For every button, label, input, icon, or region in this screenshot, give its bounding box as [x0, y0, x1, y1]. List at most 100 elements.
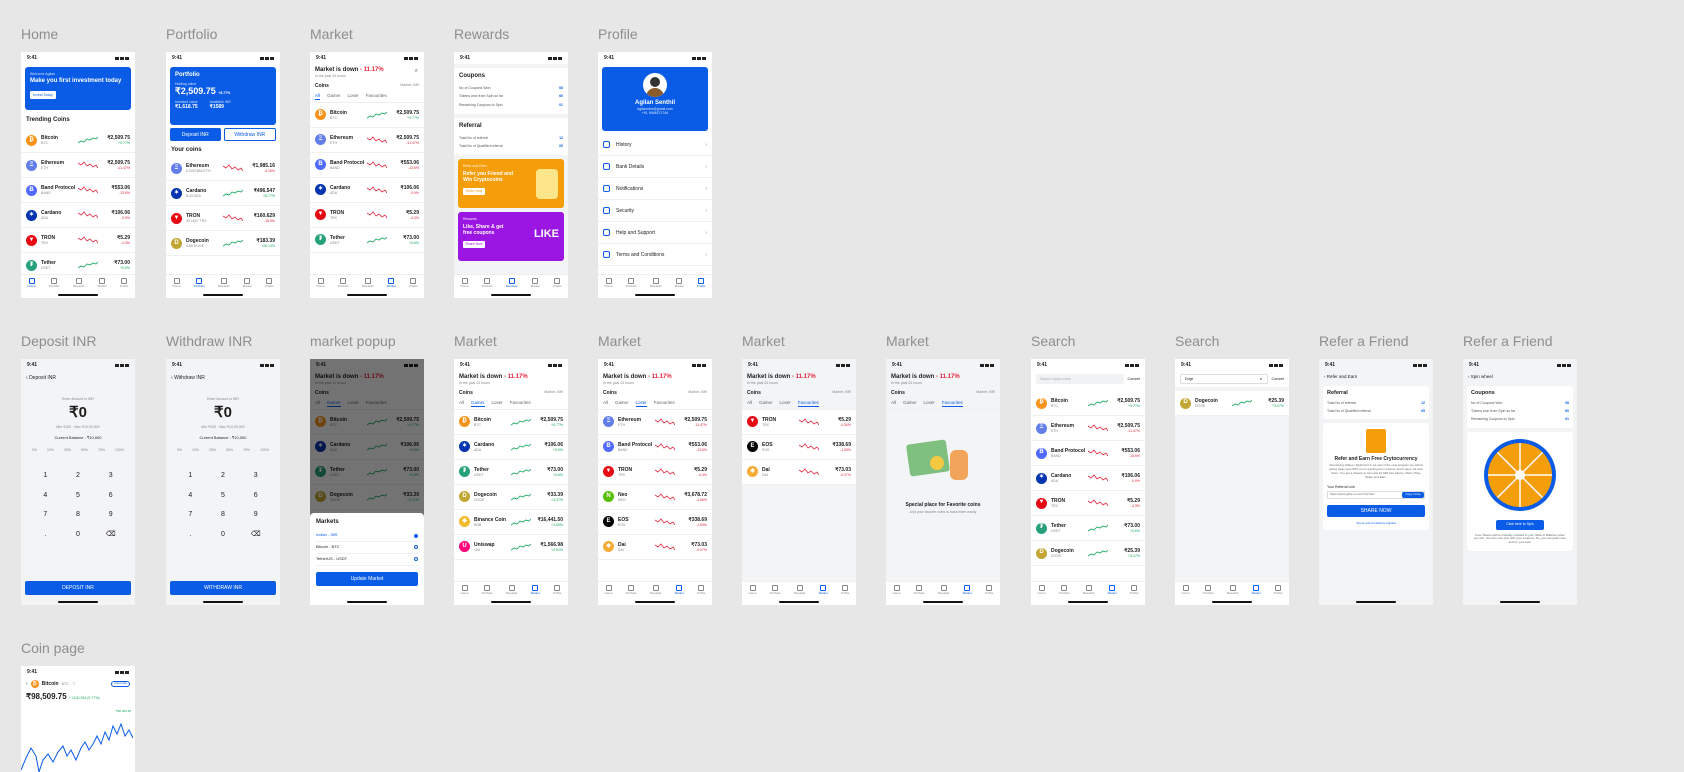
refer-banner[interactable]: Refer and Earn Refer you Friend and Win …	[458, 159, 564, 209]
keypad-key[interactable]: 7	[29, 511, 62, 519]
nav-item[interactable]: Profile	[697, 585, 705, 605]
copy-code-button[interactable]: Copy Code	[1402, 492, 1424, 499]
percent-chip[interactable]: 10%	[192, 448, 199, 452]
coin-row[interactable]: ▼ TRON TRX ₹5.29 -4.3%	[598, 460, 712, 485]
keypad-key[interactable]: ⌫	[94, 531, 127, 539]
keypad-key[interactable]: 5	[207, 492, 240, 500]
tab-item[interactable]: All	[315, 93, 321, 100]
keypad-key[interactable]: ⌫	[239, 531, 272, 539]
nav-item[interactable]: Home	[1038, 585, 1046, 605]
keypad-key[interactable]: 7	[174, 511, 207, 519]
coin-row[interactable]: D Dogecoin DOGE ₹25.39 +3.47%	[1031, 541, 1145, 566]
coin-row[interactable]: Ξ Ethereum ETH ₹2,509.75 -11.47%	[310, 128, 424, 153]
nav-item[interactable]: Home	[28, 278, 36, 298]
nav-item[interactable]: Market	[819, 585, 828, 605]
coin-row[interactable]: Ξ Ethereum 0.0267664 ETH ₹1,985.16 -4.19%	[166, 156, 280, 182]
percent-chip[interactable]: 100%	[260, 448, 269, 452]
keypad-key[interactable]: 9	[94, 511, 127, 519]
keypad-key[interactable]: 9	[239, 511, 272, 519]
tab-item[interactable]: Favourites	[797, 400, 819, 407]
profile-menu-item[interactable]: Notifications ›	[598, 178, 712, 200]
coin-row[interactable]: ▼ TRON TRX ₹5.29 -4.30%	[742, 410, 856, 435]
back-icon[interactable]: ‹	[26, 681, 28, 687]
keypad-key[interactable]: 0	[207, 531, 240, 539]
coin-row[interactable]: D Dogecoin DOGE ₹25.39 +3.47%	[1175, 391, 1289, 416]
profile-menu-item[interactable]: Bank Details ›	[598, 156, 712, 178]
market-option[interactable]: Indian - INR	[316, 530, 418, 542]
keypad-key[interactable]: 0	[62, 531, 95, 539]
keypad-key[interactable]: .	[174, 531, 207, 539]
coin-row[interactable]: ₮ TetherUSDT ₹73.00+0.6%	[454, 460, 568, 485]
coin-row[interactable]: E EOS EOS ₹338.69 -1.93%	[598, 510, 712, 535]
profile-menu-item[interactable]: History ›	[598, 134, 712, 156]
coin-row[interactable]: ₮ TetherUSDT ₹73.00+0.6%	[310, 228, 424, 253]
coin-row[interactable]: Ξ Ethereum ETH ₹2,509.75 -11.47%	[598, 410, 712, 435]
coin-row[interactable]: ₮ TetherUSDT ₹73.00+0.6%	[1031, 516, 1145, 541]
keypad-key[interactable]: 6	[94, 492, 127, 500]
update-market-button[interactable]: Update Market	[316, 571, 418, 586]
keypad-key[interactable]: 3	[94, 472, 127, 480]
coin-row[interactable]: B Band Protocol BAND ₹553.06 -13.5%	[598, 435, 712, 460]
nav-item[interactable]: Profile	[1274, 585, 1282, 605]
tab-item[interactable]: Loser	[924, 400, 935, 406]
percent-chip[interactable]: 75%	[243, 448, 250, 452]
keypad-key[interactable]: .	[29, 531, 62, 539]
nav-item[interactable]: Market	[675, 585, 684, 605]
back-header[interactable]: ‹ Withdraw INR	[166, 371, 280, 385]
coin-row[interactable]: N Neo NEO ₹3,678.72 -2.66%	[598, 485, 712, 510]
nav-item[interactable]: Profile	[120, 278, 128, 298]
keypad-key[interactable]: 3	[239, 472, 272, 480]
tab-item[interactable]: Favourites	[510, 400, 531, 406]
coin-row[interactable]: ◈ Dai DAI ₹73.03 -0.07%	[742, 460, 856, 485]
tab-item[interactable]: Gainer	[327, 93, 341, 99]
keypad-key[interactable]: 5	[62, 492, 95, 500]
spin-button[interactable]: Click here to Spin	[1496, 519, 1544, 530]
keypad-key[interactable]: 2	[62, 472, 95, 480]
coin-row[interactable]: E EOS EOS ₹338.69 -1.93%	[742, 435, 856, 460]
tab-item[interactable]: All	[891, 400, 896, 406]
nav-item[interactable]: Profile	[553, 278, 561, 298]
search-input[interactable]: Search crypto coins	[1036, 374, 1124, 384]
nav-item[interactable]: Market	[1108, 585, 1117, 605]
coin-row[interactable]: Ξ Ethereum ETH ₹2,509.75 -11.47%	[1031, 416, 1145, 441]
keypad-key[interactable]: 4	[29, 492, 62, 500]
coin-row[interactable]: B Band Protocol BAND ₹553.06 -13.5%	[310, 153, 424, 178]
tab-item[interactable]: All	[747, 400, 752, 406]
nav-item[interactable]: Profile	[1130, 585, 1138, 605]
keypad-key[interactable]: 4	[174, 492, 207, 500]
tab-item[interactable]: Gainer	[903, 400, 917, 406]
percent-chip[interactable]: 0%	[32, 448, 37, 452]
deposit-button[interactable]: Deposit INR	[170, 128, 221, 141]
keypad-key[interactable]: 1	[29, 472, 62, 480]
coin-row[interactable]: ◆ Binance Coin BNB ₹16,441.50 +1.09%	[454, 510, 568, 535]
percent-chip[interactable]: 25%	[64, 448, 71, 452]
search-input[interactable]: Doge ✕	[1180, 374, 1268, 384]
coin-row[interactable]: B Band Protocol BAND ₹553.06 -13.5%	[1031, 441, 1145, 466]
nav-item[interactable]: Profile	[265, 278, 273, 298]
percent-chip[interactable]: 10%	[47, 448, 54, 452]
share-banner[interactable]: Rewards Like, Share & get free coupons S…	[458, 212, 564, 262]
tab-item[interactable]: Loser	[635, 400, 647, 407]
tab-item[interactable]: All	[459, 400, 464, 406]
percent-chip[interactable]: 50%	[226, 448, 233, 452]
star-icon[interactable]: ☆	[72, 681, 76, 687]
nav-item[interactable]: Home	[1182, 585, 1190, 605]
nav-item[interactable]: Market	[531, 585, 540, 605]
spin-wheel[interactable]	[1483, 438, 1557, 512]
market-option[interactable]: Bitcoin - BTC	[316, 542, 418, 554]
coin-row[interactable]: ▼ TRON TRX ₹5.29 -4.3%	[1031, 491, 1145, 516]
nav-item[interactable]: Market	[387, 278, 396, 298]
keypad-key[interactable]: 8	[62, 511, 95, 519]
coin-row[interactable]: ✶ Cardano ADA ₹106.06 -0.9%	[21, 203, 135, 229]
nav-item[interactable]: Market	[243, 278, 252, 298]
coin-row[interactable]: ✶ Cardano 8.43 ADA ₹496.547 +8.77%	[166, 181, 280, 207]
coin-row[interactable]: U Uniswap UNI ₹1,566.98 +4.92%	[454, 535, 568, 560]
percent-chip[interactable]: 0%	[177, 448, 182, 452]
market-filter[interactable]: Market: INR	[400, 83, 419, 89]
nav-item[interactable]: Profile	[409, 278, 417, 298]
tab-item[interactable]: Loser	[492, 400, 503, 406]
search-icon[interactable]: ⌕	[415, 68, 418, 75]
market-option[interactable]: TetherUS - USDT	[316, 554, 418, 566]
percent-chip[interactable]: 50%	[81, 448, 88, 452]
back-header[interactable]: ‹ Deposit INR	[21, 371, 135, 385]
